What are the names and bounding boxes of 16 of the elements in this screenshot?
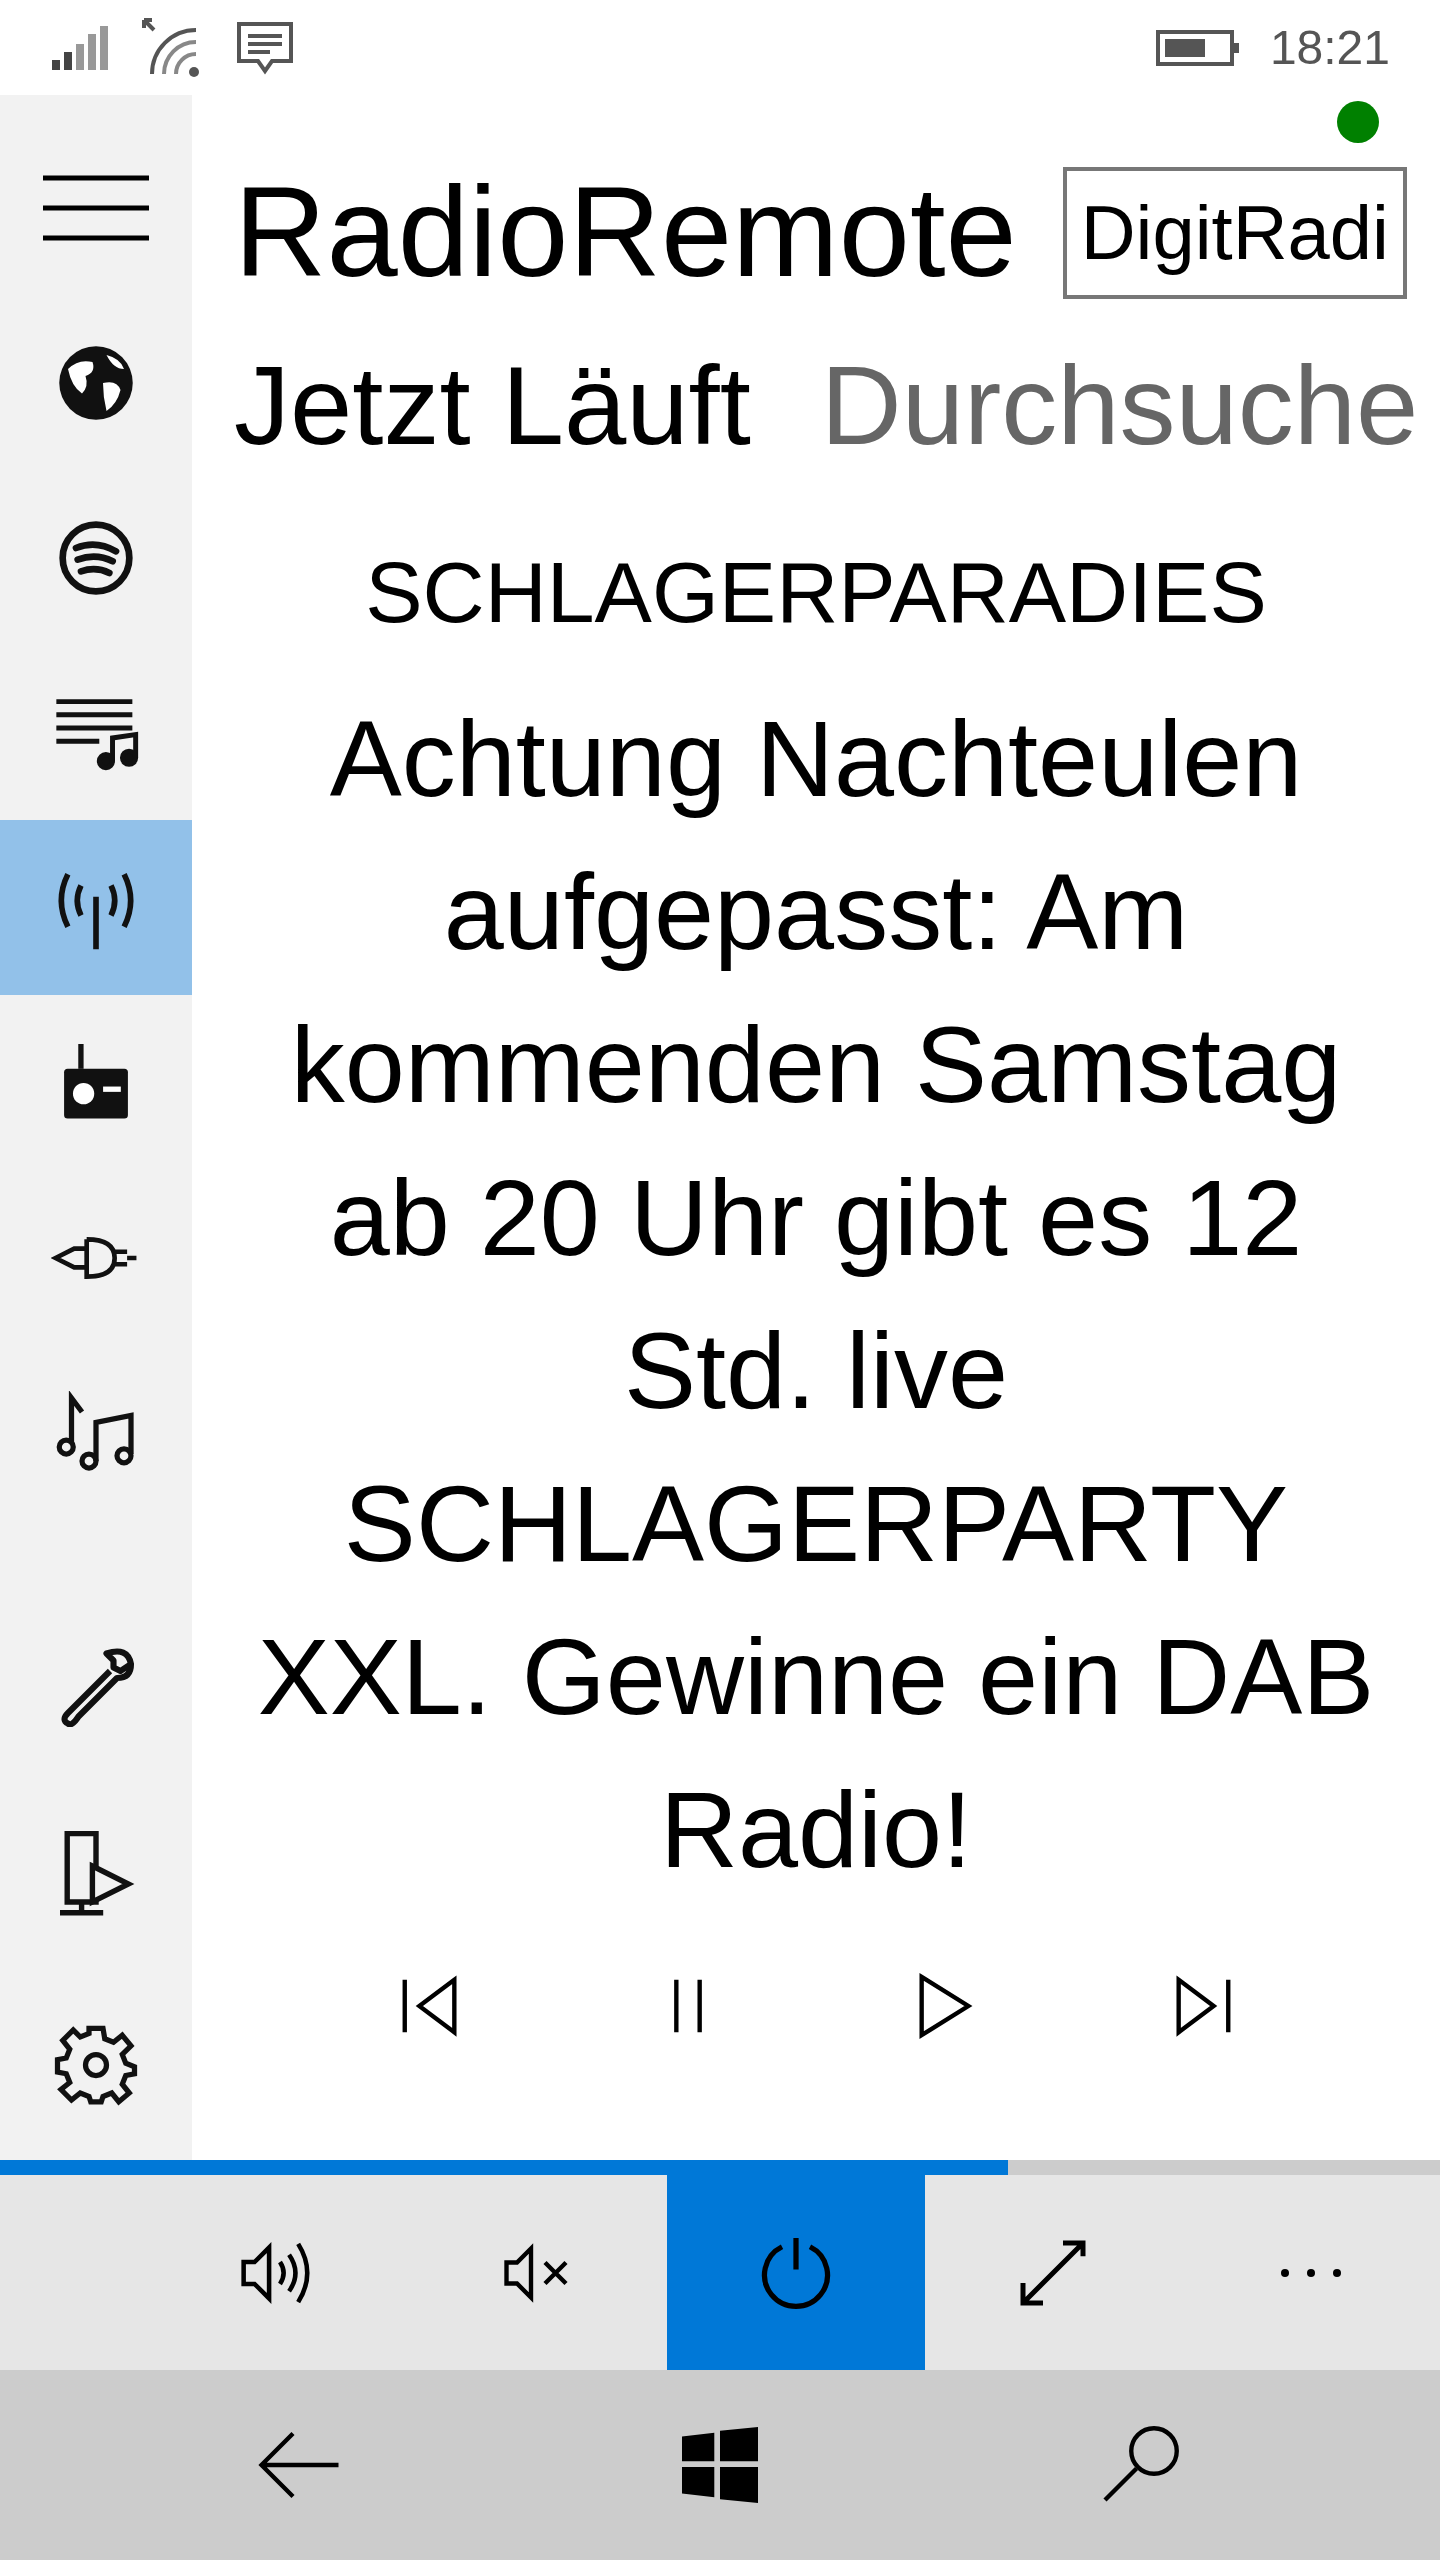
settings-icon — [54, 2023, 138, 2107]
back-icon — [258, 2429, 342, 2501]
windows-icon — [681, 2427, 759, 2503]
message-icon — [236, 20, 294, 75]
signal-icon — [50, 25, 110, 70]
radio-text: Achtung Nachteulen aufgepasst: Am kommenden Samstag ab 20 Uhr gibt es 12 Std. live SCHLAGERPARTY XXL. Gewinne ein DAB Radio! — [256, 697, 1376, 1892]
battery-icon — [1155, 29, 1240, 66]
device-selector[interactable]: DigitRadi — [1062, 166, 1407, 299]
sidebar-item[interactable] — [0, 820, 192, 995]
power-button[interactable] — [666, 2175, 925, 2370]
menu-icon — [43, 174, 149, 241]
clock-time: 18:21 — [1269, 20, 1390, 75]
tab[interactable]: Jetzt Läuft — [234, 338, 751, 473]
app-title: RadioRemote — [234, 159, 1017, 305]
tab[interactable]: Durchsuche — [820, 338, 1419, 473]
station-name: SCHLAGERPARADIES — [364, 543, 1268, 642]
